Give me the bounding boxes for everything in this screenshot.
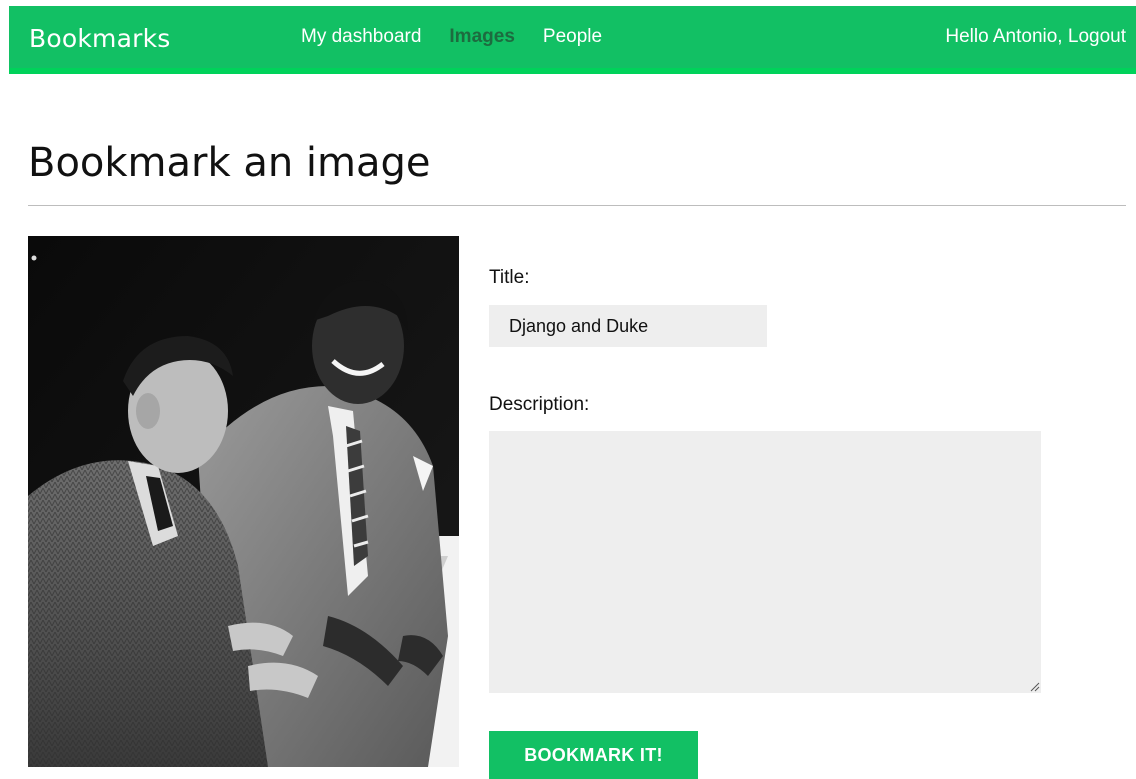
bookmark-preview-image: [28, 236, 459, 767]
user-greeting: Hello Antonio,: [945, 26, 1063, 47]
title-divider: [28, 205, 1126, 206]
main-nav: My dashboard Images People: [301, 26, 630, 48]
user-info: Hello Antonio, Logout: [945, 26, 1126, 48]
top-nav-bar: Bookmarks My dashboard Images People Hel…: [9, 6, 1136, 74]
site-logo[interactable]: Bookmarks: [29, 24, 170, 53]
nav-item-people[interactable]: People: [543, 26, 602, 48]
resize-grip-icon[interactable]: [1028, 680, 1040, 692]
nav-item-dashboard[interactable]: My dashboard: [301, 26, 421, 48]
title-label: Title:: [489, 267, 530, 288]
page-title: Bookmark an image: [28, 140, 431, 186]
logout-link[interactable]: Logout: [1068, 26, 1126, 47]
nav-item-images[interactable]: Images: [449, 26, 514, 48]
bookmark-submit-button[interactable]: BOOKMARK IT!: [489, 731, 698, 779]
description-textarea[interactable]: [489, 431, 1041, 693]
description-label: Description:: [489, 394, 590, 415]
title-input[interactable]: [489, 305, 767, 347]
